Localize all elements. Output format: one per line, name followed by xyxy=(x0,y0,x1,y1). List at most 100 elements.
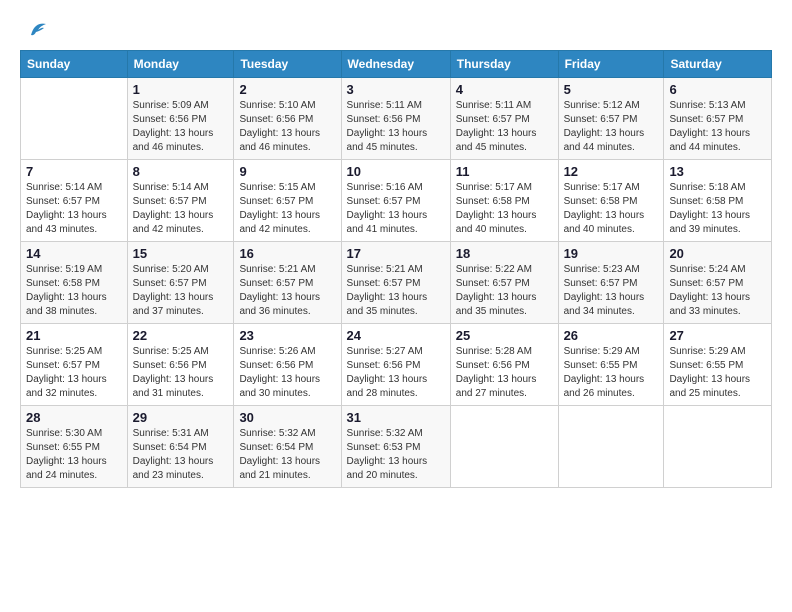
sunrise-text: Sunrise: 5:12 AM xyxy=(564,100,640,111)
day-number: 8 xyxy=(133,164,229,179)
calendar-cell: 16Sunrise: 5:21 AMSunset: 6:57 PMDayligh… xyxy=(234,242,341,324)
day-info: Sunrise: 5:10 AMSunset: 6:56 PMDaylight:… xyxy=(239,99,335,155)
calendar-cell: 5Sunrise: 5:12 AMSunset: 6:57 PMDaylight… xyxy=(558,78,664,160)
calendar-cell xyxy=(450,406,558,488)
daylight-line1: Daylight: 13 hours xyxy=(347,128,428,139)
day-number: 4 xyxy=(456,82,553,97)
daylight-line2: and 23 minutes. xyxy=(133,470,204,481)
sunrise-text: Sunrise: 5:25 AM xyxy=(133,346,209,357)
sunset-text: Sunset: 6:56 PM xyxy=(347,360,421,371)
daylight-line1: Daylight: 13 hours xyxy=(347,374,428,385)
calendar-cell: 17Sunrise: 5:21 AMSunset: 6:57 PMDayligh… xyxy=(341,242,450,324)
daylight-line1: Daylight: 13 hours xyxy=(347,210,428,221)
daylight-line1: Daylight: 13 hours xyxy=(347,292,428,303)
calendar-week-row: 28Sunrise: 5:30 AMSunset: 6:55 PMDayligh… xyxy=(21,406,772,488)
calendar-cell: 3Sunrise: 5:11 AMSunset: 6:56 PMDaylight… xyxy=(341,78,450,160)
calendar-cell xyxy=(558,406,664,488)
sunset-text: Sunset: 6:54 PM xyxy=(133,442,207,453)
calendar-cell: 4Sunrise: 5:11 AMSunset: 6:57 PMDaylight… xyxy=(450,78,558,160)
sunset-text: Sunset: 6:57 PM xyxy=(564,278,638,289)
day-number: 24 xyxy=(347,328,445,343)
daylight-line1: Daylight: 13 hours xyxy=(26,210,107,221)
calendar-week-row: 1Sunrise: 5:09 AMSunset: 6:56 PMDaylight… xyxy=(21,78,772,160)
day-number: 6 xyxy=(669,82,766,97)
daylight-line1: Daylight: 13 hours xyxy=(133,456,214,467)
daylight-line1: Daylight: 13 hours xyxy=(26,374,107,385)
sunset-text: Sunset: 6:58 PM xyxy=(456,196,530,207)
weekday-header-friday: Friday xyxy=(558,51,664,78)
calendar-cell: 7 Sunrise: 5:14 AMSunset: 6:57 PMDaylight… xyxy=(21,160,128,242)
daylight-line2: and 35 minutes. xyxy=(347,306,418,317)
daylight-line2: and 39 minutes. xyxy=(669,224,740,235)
daylight-line1: Daylight: 13 hours xyxy=(133,292,214,303)
sunset-text: Sunset: 6:56 PM xyxy=(133,114,207,125)
sunset-text: Sunset: 6:57 PM xyxy=(669,114,743,125)
daylight-line2: and 32 minutes. xyxy=(26,388,97,399)
day-info: Sunrise: 5:32 AMSunset: 6:54 PMDaylight:… xyxy=(239,427,335,483)
daylight-line1: Daylight: 13 hours xyxy=(456,210,537,221)
sunset-text: Sunset: 6:56 PM xyxy=(456,360,530,371)
day-info: Sunrise: 5:25 AMSunset: 6:56 PMDaylight:… xyxy=(133,345,229,401)
calendar-cell: 30 Sunrise: 5:32 AMSunset: 6:54 PMDayligh… xyxy=(234,406,341,488)
daylight-line1: Daylight: 13 hours xyxy=(133,128,214,139)
day-number: 30 xyxy=(239,410,335,425)
day-info: Sunrise: 5:29 AMSunset: 6:55 PMDaylight:… xyxy=(564,345,659,401)
calendar-cell: 24 Sunrise: 5:27 AM Sunset: 6:56 PM Dayligh… xyxy=(341,324,450,406)
sunset-text: Sunset: 6:54 PM xyxy=(239,442,313,453)
daylight-line2: and 37 minutes. xyxy=(133,306,204,317)
day-number: 5 xyxy=(564,82,659,97)
day-info: Sunrise: 5:26 AMSunset: 6:56 PMDaylight:… xyxy=(239,345,335,401)
sunset-text: Sunset: 6:55 PM xyxy=(26,442,100,453)
daylight-line1: Daylight: 13 hours xyxy=(26,292,107,303)
daylight-line2: and 28 minutes. xyxy=(347,388,418,399)
sunrise-text: Sunrise: 5:29 AM xyxy=(669,346,745,357)
day-number: 7 xyxy=(26,164,122,179)
sunrise-text: Sunrise: 5:15 AM xyxy=(239,182,315,193)
daylight-line2: and 43 minutes. xyxy=(26,224,97,235)
daylight-line2: and 42 minutes. xyxy=(239,224,310,235)
calendar-cell: 6Sunrise: 5:13 AMSunset: 6:57 PMDaylight… xyxy=(664,78,772,160)
day-info: Sunrise: 5:14 AMSunset: 6:57 PMDaylight:… xyxy=(26,181,122,237)
day-info: Sunrise: 5:15 AMSunset: 6:57 PMDaylight:… xyxy=(239,181,335,237)
daylight-line2: and 24 minutes. xyxy=(26,470,97,481)
day-info: Sunrise: 5:28 AMSunset: 6:56 PMDaylight:… xyxy=(456,345,553,401)
sunset-text: Sunset: 6:57 PM xyxy=(26,196,100,207)
day-info: Sunrise: 5:19 AMSunset: 6:58 PMDaylight:… xyxy=(26,263,122,319)
weekday-header-tuesday: Tuesday xyxy=(234,51,341,78)
day-info: Sunrise: 5:21 AMSunset: 6:57 PMDaylight:… xyxy=(347,263,445,319)
daylight-line1: Daylight: 13 hours xyxy=(564,374,645,385)
day-number: 26 xyxy=(564,328,659,343)
sunrise-text: Sunrise: 5:20 AM xyxy=(133,264,209,275)
calendar-cell: 1Sunrise: 5:09 AMSunset: 6:56 PMDaylight… xyxy=(127,78,234,160)
daylight-line2: and 31 minutes. xyxy=(133,388,204,399)
daylight-line1: Daylight: 13 hours xyxy=(456,374,537,385)
calendar-cell: 9Sunrise: 5:15 AMSunset: 6:57 PMDaylight… xyxy=(234,160,341,242)
calendar-cell: 31Sunrise: 5:32 AMSunset: 6:53 PMDayligh… xyxy=(341,406,450,488)
day-info: Sunrise: 5:22 AMSunset: 6:57 PMDaylight:… xyxy=(456,263,553,319)
sunset-text: Sunset: 6:56 PM xyxy=(133,360,207,371)
sunrise-text: Sunrise: 5:14 AM xyxy=(133,182,209,193)
day-info: Sunrise: 5:30 AMSunset: 6:55 PMDaylight:… xyxy=(26,427,122,483)
day-info: Sunrise: 5:31 AM Sunset: 6:54 PM Daylight:… xyxy=(133,427,229,483)
sunrise-text: Sunrise: 5:31 AM xyxy=(133,428,209,439)
sunset-text: Sunset: 6:57 PM xyxy=(133,278,207,289)
calendar-cell: 14Sunrise: 5:19 AMSunset: 6:58 PMDayligh… xyxy=(21,242,128,324)
sunrise-text: Sunrise: 5:18 AM xyxy=(669,182,745,193)
sunset-text: Sunset: 6:57 PM xyxy=(347,278,421,289)
sunset-text: Sunset: 6:56 PM xyxy=(239,114,313,125)
daylight-line2: and 42 minutes. xyxy=(133,224,204,235)
day-number: 12 xyxy=(564,164,659,179)
sunset-text: Sunset: 6:57 PM xyxy=(669,278,743,289)
logo-bird-icon xyxy=(26,18,48,40)
sunrise-text: Sunrise: 5:27 AM xyxy=(347,346,423,357)
sunrise-text: Sunrise: 5:17 AM xyxy=(456,182,532,193)
day-number: 15 xyxy=(133,246,229,261)
calendar-cell xyxy=(21,78,128,160)
daylight-line1: Daylight: 13 hours xyxy=(133,210,214,221)
daylight-line2: and 30 minutes. xyxy=(239,388,310,399)
weekday-header-thursday: Thursday xyxy=(450,51,558,78)
sunrise-text: Sunrise: 5:19 AM xyxy=(26,264,102,275)
sunrise-text: Sunrise: 5:10 AM xyxy=(239,100,315,111)
calendar-cell: 8Sunrise: 5:14 AMSunset: 6:57 PMDaylight… xyxy=(127,160,234,242)
sunrise-text: Sunrise: 5:11 AM xyxy=(347,100,422,111)
